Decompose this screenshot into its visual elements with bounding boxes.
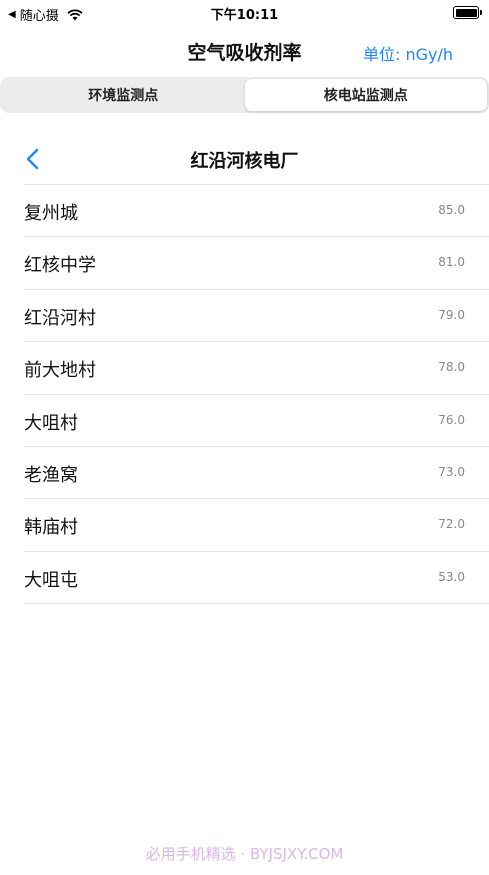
monitoring-point-list: 复州城 85.0 红核中学 81.0 红沿河村 79.0 前大地村 78.0 大… [0,185,489,605]
point-value: 76.0 [438,412,465,427]
point-value: 85.0 [438,203,465,217]
point-value: 79.0 [438,307,465,322]
list-item[interactable]: 大咀屯 53.0 [24,552,489,605]
segmented-control: 环境监测点 核电站监测点 [0,77,489,113]
tab-nuclear-station-points[interactable]: 核电站监测点 [244,79,487,111]
status-bar: ◀ 随心摄 下午10:11 [0,0,489,26]
list-item[interactable]: 红核中学 81.0 [24,237,489,290]
station-header: 红沿河核电厂 [0,138,489,182]
list-item[interactable]: 大咀村 76.0 [24,395,489,447]
point-value: 81.0 [438,255,465,270]
point-value: 72.0 [438,517,465,532]
list-item[interactable]: 前大地村 78.0 [24,342,489,395]
point-name: 红沿河村 [24,307,96,329]
point-value: 78.0 [438,360,465,375]
point-name: 韩庙村 [24,517,78,539]
list-item[interactable]: 复州城 85.0 [24,185,489,238]
list-item[interactable]: 韩庙村 72.0 [24,499,489,552]
station-title: 红沿河核电厂 [190,151,299,172]
watermark: 必用手机精选 · BYJSJXY.COM [145,845,344,863]
list-item[interactable]: 红沿河村 79.0 [24,290,489,343]
point-value: 73.0 [438,464,465,479]
unit-button[interactable]: 单位: nGy/h [363,41,453,65]
list-item[interactable]: 老渔窝 73.0 [24,447,489,500]
point-name: 大咀屯 [24,569,78,591]
status-time: 下午10:11 [210,8,279,23]
battery-icon [453,6,482,19]
point-name: 大咀村 [24,412,78,434]
page: ◀ 随心摄 下午10:11 空气吸收剂率 单位: nGy/h 环境监测点 核电站… [0,0,489,875]
point-name: 复州城 [24,203,78,224]
tab-environment-points[interactable]: 环境监测点 [2,79,245,111]
point-value: 53.0 [438,569,465,584]
point-name: 红核中学 [24,255,96,277]
nav-bar: 空气吸收剂率 单位: nGy/h [0,30,489,72]
point-name: 老渔窝 [24,464,78,486]
point-name: 前大地村 [24,360,96,382]
